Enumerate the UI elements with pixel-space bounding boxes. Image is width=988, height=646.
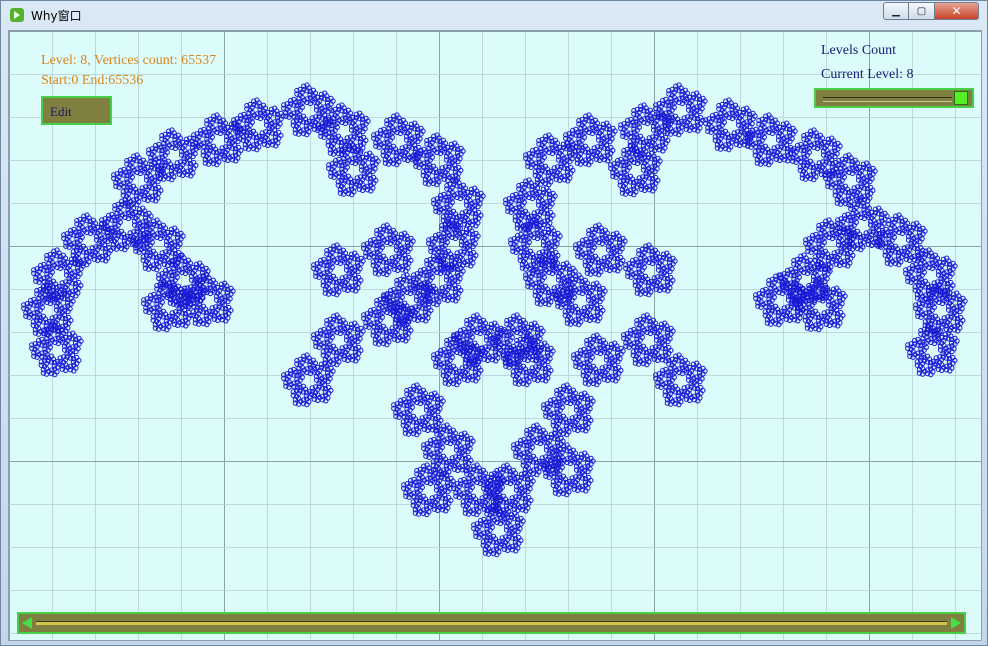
- title-bar[interactable]: Why窗口 ▁ ▢ ✕: [1, 1, 987, 29]
- level-slider-thumb[interactable]: [954, 91, 968, 105]
- level-slider[interactable]: [814, 88, 974, 108]
- app-icon: [10, 8, 24, 22]
- level-slider-track: [823, 97, 952, 102]
- maximize-button[interactable]: ▢: [909, 2, 935, 20]
- horizontal-scrollbar[interactable]: [17, 612, 966, 634]
- fractal-curve: [21, 82, 968, 558]
- scroll-right-arrow-icon[interactable]: [951, 617, 961, 629]
- canvas-area[interactable]: Level: 8, Vertices count: 65537 Start:0 …: [8, 30, 982, 641]
- range-info-text: Start:0 End:65536: [41, 73, 144, 88]
- edit-button[interactable]: Edit: [41, 96, 112, 125]
- scroll-left-arrow-icon[interactable]: [22, 617, 32, 629]
- window-title: Why窗口: [31, 9, 82, 23]
- app-window: Why窗口 ▁ ▢ ✕ Level: 8, Vertices count: 65…: [0, 0, 988, 646]
- close-button[interactable]: ✕: [935, 2, 979, 20]
- current-level-label: Current Level: 8: [821, 67, 914, 82]
- minimize-button[interactable]: ▁: [883, 2, 909, 20]
- scrollbar-track[interactable]: [36, 621, 947, 625]
- levels-count-label: Levels Count: [821, 43, 897, 58]
- window-controls: ▁ ▢ ✕: [883, 2, 979, 21]
- level-info-text: Level: 8, Vertices count: 65537: [41, 53, 217, 68]
